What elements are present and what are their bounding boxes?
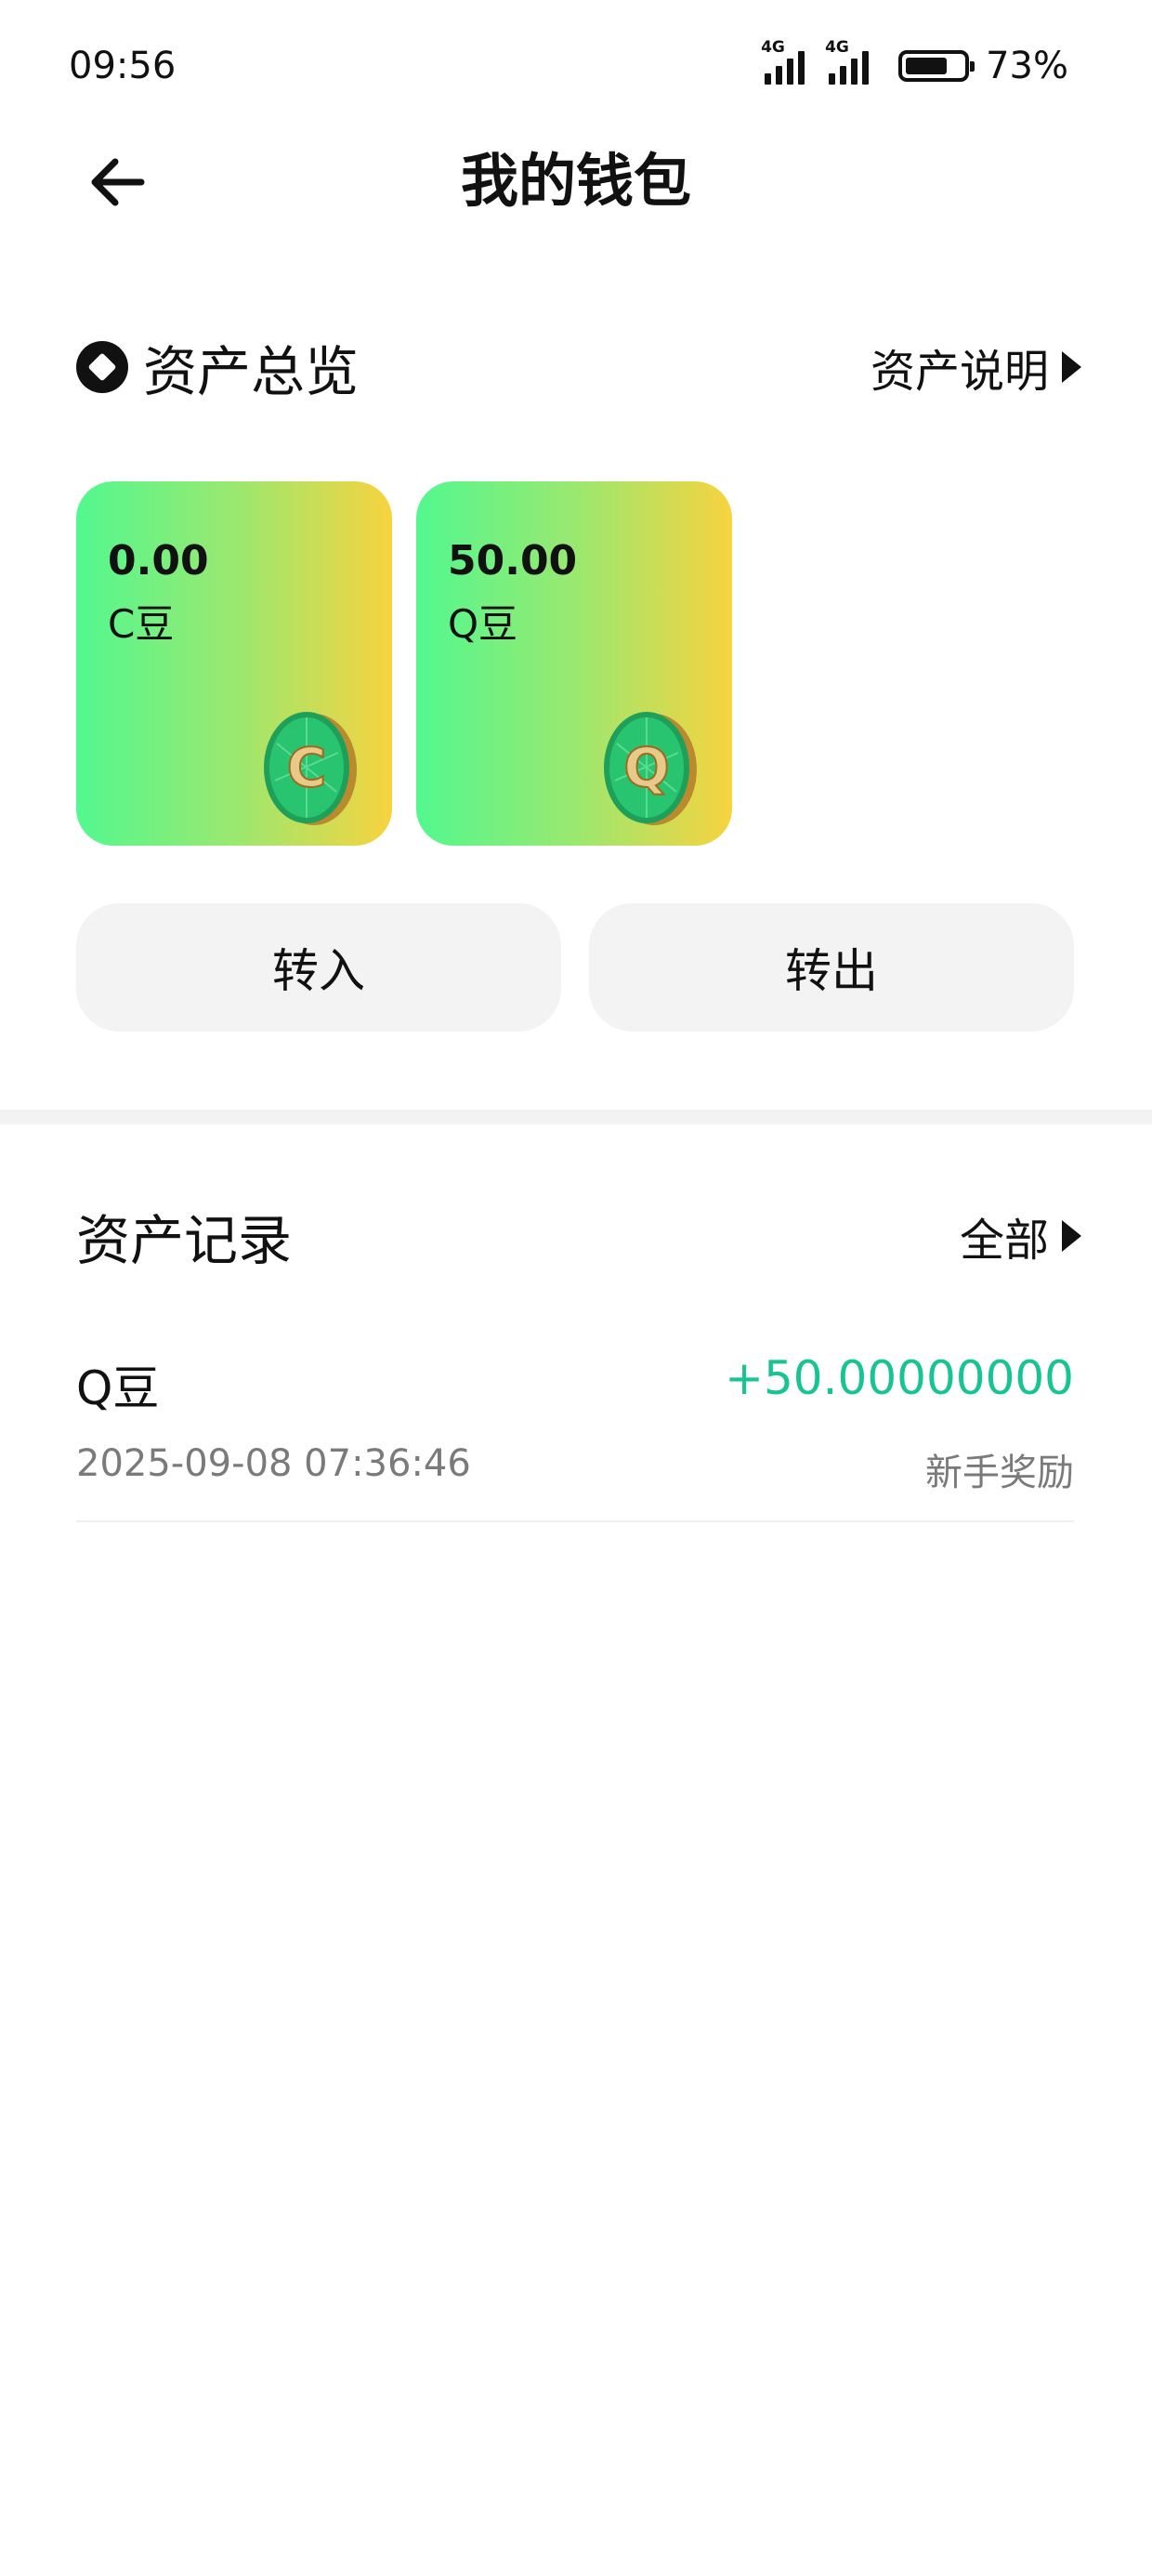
status-bar: 09:56 4G 4G 73% [0, 0, 1152, 139]
page-title: 我的钱包 [460, 147, 691, 215]
asset-amount: 0.00 [108, 537, 209, 585]
record-note: 新手奖励 [925, 1452, 1074, 1494]
transfer-in-button[interactable]: 转入 [76, 903, 561, 1032]
asset-amount: 50.00 [448, 537, 578, 585]
battery-percent: 73% [986, 45, 1068, 87]
nav-bar: 我的钱包 [0, 139, 1152, 223]
asset-name: C豆 [108, 601, 175, 647]
svg-text:Q: Q [623, 736, 669, 799]
asset-card-c-bean[interactable]: 0.00 C豆 C [76, 481, 392, 846]
c-coin-icon: C [264, 712, 357, 825]
network-type-label: 4G [825, 38, 849, 57]
asset-card-q-bean[interactable]: 50.00 Q豆 Q [416, 481, 732, 846]
record-asset-name: Q豆 [76, 1361, 160, 1415]
records-filter-link[interactable]: 全部 [960, 1203, 1081, 1268]
section-divider [0, 1110, 1152, 1124]
status-indicators: 4G 4G 73% [761, 38, 1068, 87]
overview-header: 资产总览 资产说明 [76, 327, 1081, 407]
battery-icon [898, 50, 975, 82]
overview-title: 资产总览 [143, 340, 360, 403]
record-amount: +50.00000000 [725, 1351, 1074, 1405]
transfer-out-button[interactable]: 转出 [589, 903, 1074, 1032]
asset-info-label: 资产说明 [870, 346, 1049, 398]
record-timestamp: 2025-09-08 07:36:46 [76, 1442, 471, 1485]
diamond-icon [76, 341, 128, 393]
caret-right-icon [1062, 1220, 1081, 1252]
asset-name: Q豆 [448, 601, 518, 647]
network-type-label: 4G [761, 38, 785, 57]
asset-info-link[interactable]: 资产说明 [871, 335, 1081, 400]
records-header: 资产记录 全部 [76, 1199, 1081, 1273]
list-item[interactable]: Q豆 +50.00000000 2025-09-08 07:36:46 新手奖励 [76, 1338, 1074, 1522]
svg-text:C: C [287, 736, 327, 799]
records-filter-label: 全部 [959, 1215, 1049, 1267]
signal-icon: 4G [761, 38, 805, 85]
status-time: 09:56 [69, 45, 177, 87]
signal-icon: 4G [825, 38, 870, 85]
q-coin-icon: Q [604, 712, 697, 825]
caret-right-icon [1062, 351, 1081, 383]
records-title: 资产记录 [76, 1209, 293, 1272]
